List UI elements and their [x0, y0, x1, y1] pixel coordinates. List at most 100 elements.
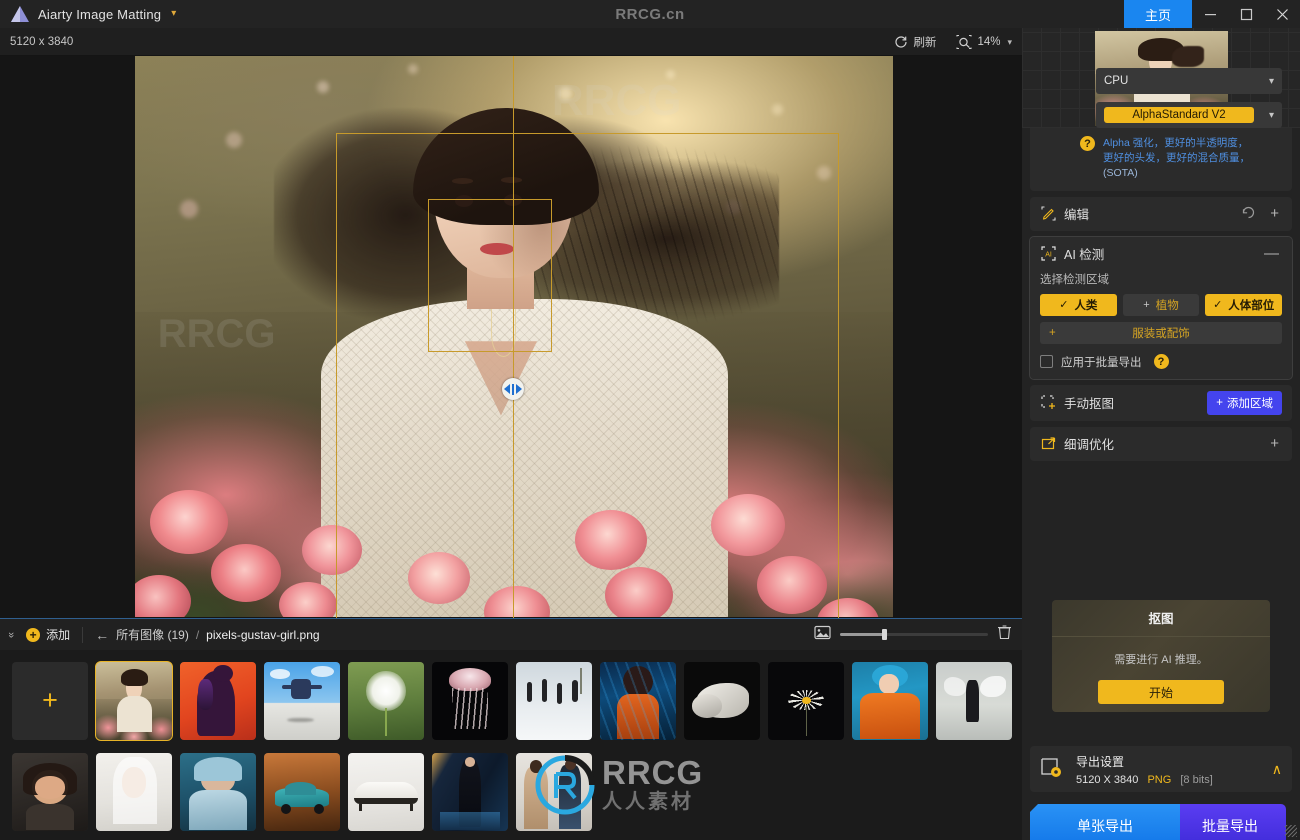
edit-add-button[interactable]: + [1267, 206, 1282, 221]
thumb-woman-on-beach[interactable] [936, 662, 1012, 740]
list-item[interactable] [932, 658, 1016, 743]
detect-region-label: 选择检测区域 [1030, 271, 1292, 294]
edit-header[interactable]: 编辑 + [1030, 197, 1292, 231]
help-icon[interactable]: ? [1154, 354, 1169, 369]
export-settings-card[interactable]: 导出设置 5120 X 3840 PNG [8 bits] ∧ [1030, 746, 1292, 792]
hardware-select[interactable]: CPU ▾ [1096, 68, 1282, 94]
thumb-neon-portrait[interactable] [600, 662, 676, 740]
list-item[interactable] [260, 658, 344, 743]
thumb-dark-daisy[interactable] [768, 662, 844, 740]
thumb-white-angel-statue[interactable] [684, 662, 760, 740]
maximize-button[interactable] [1228, 0, 1264, 28]
thumb-jumping-group-snow[interactable] [516, 662, 592, 740]
batch-apply-row[interactable]: 应用于批量导出 ? [1030, 344, 1292, 379]
back-arrow-icon[interactable]: ← [95, 627, 109, 643]
zoom-control[interactable]: 14% ▾ [946, 28, 1022, 56]
list-item[interactable] [92, 749, 176, 834]
matting-run-card: 抠图 需要进行 AI 推理。 开始 [1052, 600, 1270, 712]
thumb-dandelion[interactable] [348, 662, 424, 740]
edit-title: 编辑 [1064, 204, 1089, 223]
title-dropdown-caret-icon[interactable]: ▾ [171, 9, 176, 19]
list-item[interactable] [344, 658, 428, 743]
minimize-button[interactable] [1192, 0, 1228, 28]
thumb-girl-in-flowers[interactable] [96, 662, 172, 740]
list-item[interactable] [260, 749, 344, 834]
add-thumbnail-cell[interactable]: + [8, 658, 92, 743]
thumbnail-size-slider[interactable] [840, 633, 988, 636]
thumb-white-sofa[interactable] [348, 753, 424, 831]
detect-tag-humans[interactable]: ✓ 人类 [1040, 294, 1117, 316]
thumb-smiling-woman[interactable] [12, 753, 88, 831]
list-item[interactable] [596, 658, 680, 743]
thumb-teal-car[interactable] [264, 753, 340, 831]
title-bar: Aiarty Image Matting ▾ RRCG.cn 主页 [0, 0, 1300, 28]
chevron-down-icon: ▾ [1269, 76, 1274, 87]
undo-icon[interactable] [1238, 206, 1259, 222]
close-button[interactable] [1264, 0, 1300, 28]
zoom-fit-icon[interactable] [956, 35, 972, 50]
list-item[interactable] [848, 658, 932, 743]
refine-header[interactable]: 细调优化 + [1030, 427, 1292, 461]
lips [480, 243, 514, 255]
manual-matting-header[interactable]: 手动抠图 + 添加区域 [1030, 385, 1292, 421]
window-resize-grip[interactable] [1285, 825, 1297, 837]
thumb-bride-veil[interactable] [96, 753, 172, 831]
canvas-toolbar-right: 刷新 14% ▾ [884, 28, 1022, 56]
thumb-blue-madonna[interactable] [180, 753, 256, 831]
list-item[interactable] [92, 658, 176, 743]
plus-icon: + [1216, 397, 1223, 409]
ai-detect-header[interactable]: AI AI 检测 — [1030, 237, 1292, 271]
list-item[interactable] [8, 749, 92, 834]
detect-tag-clothing[interactable]: + 服装或配饰 [1040, 322, 1282, 344]
list-item[interactable] [344, 749, 428, 834]
list-item[interactable] [680, 658, 764, 743]
refine-expand-button[interactable]: + [1267, 436, 1282, 451]
add-images-button[interactable]: + 添加 [26, 626, 70, 643]
refresh-icon [894, 35, 908, 49]
list-item[interactable] [764, 658, 848, 743]
batch-export-button[interactable]: 批量导出 [1174, 804, 1286, 840]
help-icon[interactable]: ? [1080, 136, 1095, 151]
canvas-area[interactable]: RRCG RRCG [0, 56, 1022, 618]
start-button[interactable]: 开始 [1098, 680, 1224, 704]
section-refine: 细调优化 + [1030, 427, 1292, 461]
before-after-split-handle[interactable] [502, 378, 524, 400]
list-item[interactable] [176, 658, 260, 743]
export-collapse-chevron-icon[interactable]: ∧ [1272, 761, 1282, 778]
list-item[interactable] [176, 749, 260, 834]
canvas-image-girl-in-flowers[interactable]: RRCG RRCG [135, 56, 893, 617]
canvas-toolbar: 5120 x 3840 刷新 [0, 28, 1022, 56]
ai-detect-title: AI 检测 [1064, 244, 1104, 263]
thumb-red-silhouette[interactable] [180, 662, 256, 740]
list-item[interactable] [428, 749, 512, 834]
thumbnail-grid[interactable]: + [0, 650, 1022, 840]
zoom-caret-icon[interactable]: ▾ [1007, 37, 1012, 48]
thumb-blue-hair-orange-coat[interactable] [852, 662, 928, 740]
list-item[interactable] [512, 749, 596, 834]
zoom-level-label: 14% [977, 36, 1000, 48]
bokeh-dot [180, 200, 198, 218]
list-item[interactable] [428, 658, 512, 743]
thumb-black-gown-runway[interactable] [432, 753, 508, 831]
thumbnail-size-icon [814, 625, 831, 645]
add-region-button[interactable]: + 添加区域 [1207, 391, 1282, 415]
slider-knob[interactable] [882, 629, 887, 640]
thumb-skateboarder[interactable] [264, 662, 340, 740]
image-dimensions-label: 5120 x 3840 [10, 36, 73, 48]
detect-tag-body-parts[interactable]: ✓ 人体部位 [1205, 294, 1282, 316]
list-item[interactable] [512, 658, 596, 743]
thumb-jellyfish[interactable] [432, 662, 508, 740]
breadcrumb-all-images[interactable]: 所有图像 (19) [116, 626, 189, 643]
detect-tag-plants[interactable]: + 植物 [1123, 294, 1200, 316]
model-select[interactable]: AlphaStandard V2 ▾ [1096, 102, 1282, 128]
home-button[interactable]: 主页 [1124, 0, 1192, 28]
refresh-button[interactable]: 刷新 [884, 28, 946, 56]
matting-card-description: 需要进行 AI 推理。 [1114, 651, 1208, 667]
collapse-icon[interactable]: — [1261, 246, 1282, 261]
batch-apply-checkbox[interactable] [1040, 355, 1053, 368]
collapse-strip-icon[interactable]: » [5, 631, 17, 637]
thumb-street-style-duo[interactable] [516, 753, 592, 831]
delete-icon[interactable] [997, 624, 1012, 645]
bokeh-dot [317, 81, 329, 93]
single-export-button[interactable]: 单张导出 [1030, 804, 1180, 840]
